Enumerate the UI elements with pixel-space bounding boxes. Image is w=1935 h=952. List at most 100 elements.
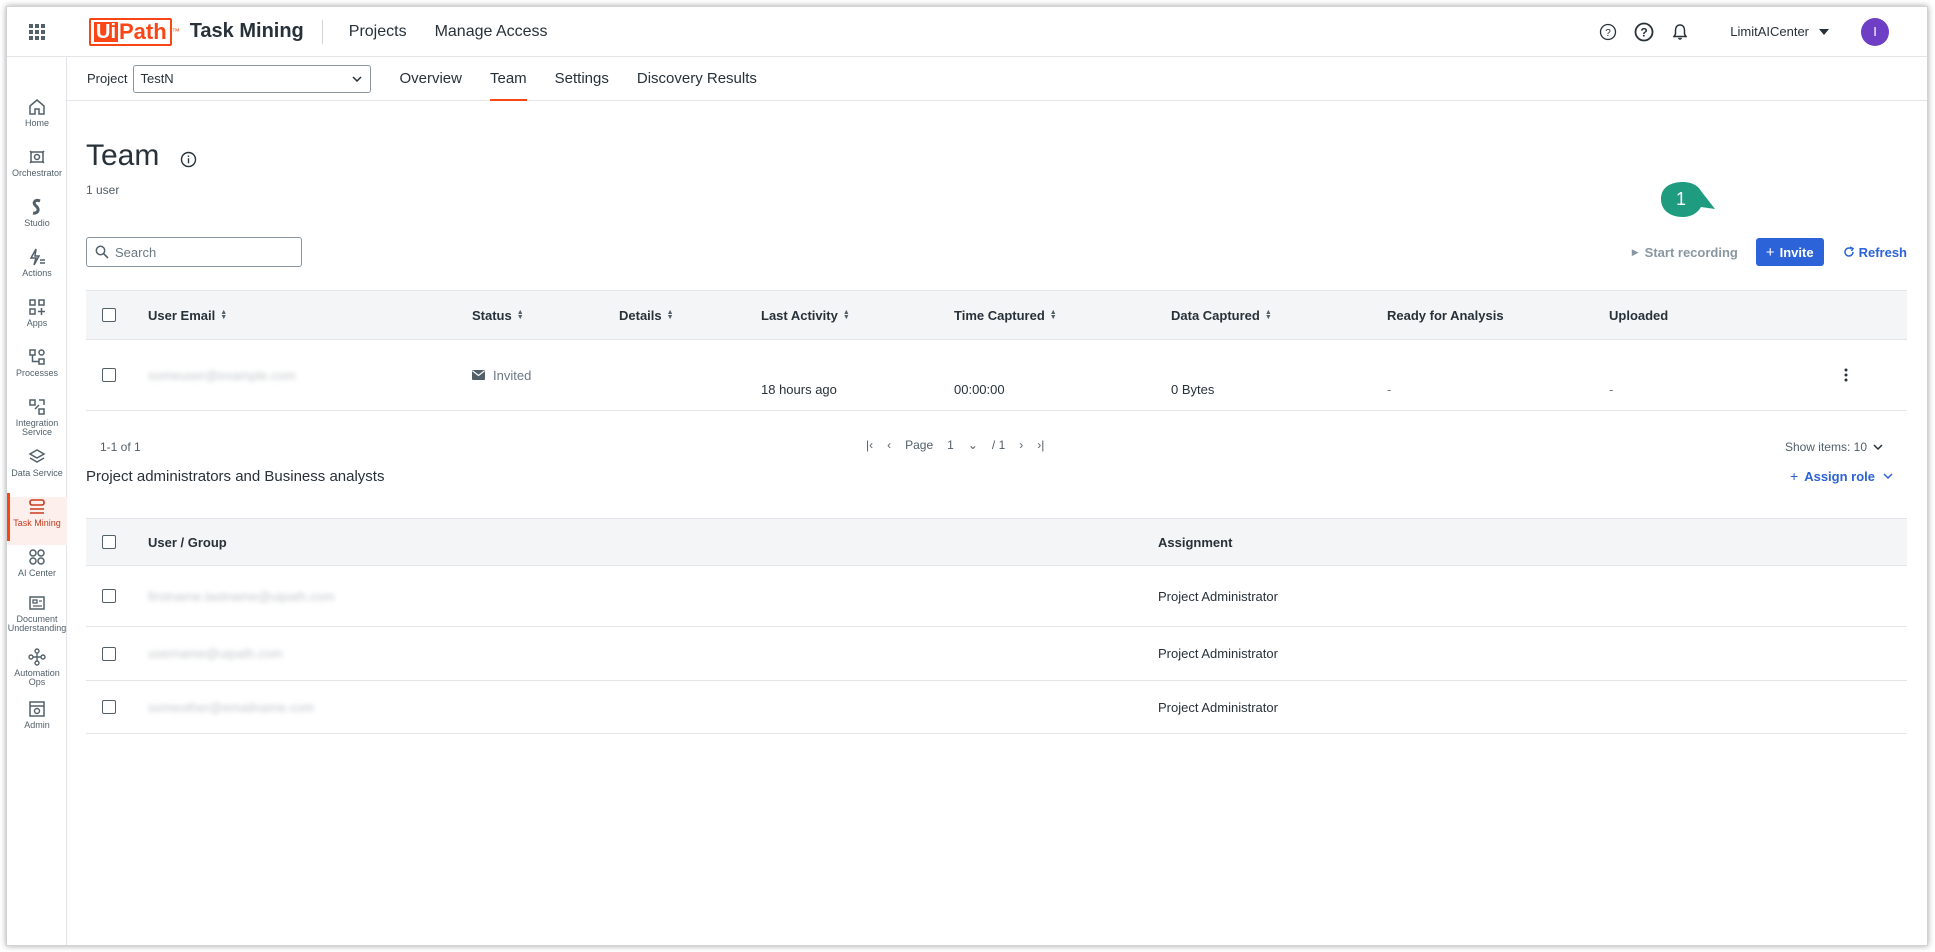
- help-icon: ?: [1634, 22, 1654, 41]
- nav-manage-access[interactable]: Manage Access: [435, 23, 548, 41]
- nav-projects[interactable]: Projects: [349, 23, 407, 41]
- show-items-select[interactable]: Show items: 10: [1785, 440, 1883, 454]
- admin-assignment-cell: Project Administrator: [1158, 699, 1278, 715]
- tab-settings[interactable]: Settings: [555, 57, 609, 101]
- app-launcher-button[interactable]: [7, 7, 67, 57]
- refresh-button[interactable]: Refresh: [1843, 245, 1907, 260]
- checkbox[interactable]: [102, 700, 116, 714]
- sidebar-item-processes[interactable]: Processes: [7, 347, 67, 395]
- status-cell: Invited: [472, 368, 531, 383]
- user-email-cell: someuser@example.com: [148, 367, 296, 383]
- ai-center-icon: [29, 549, 45, 565]
- chevron-down-icon: [352, 75, 362, 82]
- notifications-button[interactable]: [1670, 22, 1690, 42]
- search-input[interactable]: [115, 244, 295, 260]
- sidebar-item-studio[interactable]: Studio: [7, 197, 67, 245]
- tenant-selector[interactable]: LimitAICenter: [1730, 24, 1809, 39]
- sidebar-item-integration-service[interactable]: Integration Service: [7, 397, 67, 445]
- row-more-button[interactable]: [1844, 368, 1848, 382]
- logo-trademark: ™: [171, 27, 180, 36]
- col-time-captured[interactable]: Time Captured ▲ ▼: [954, 308, 1057, 323]
- svg-text:?: ?: [1641, 25, 1648, 39]
- page-dropdown-chevron-icon[interactable]: ⌄: [968, 438, 978, 452]
- sidebar-item-admin[interactable]: Admin: [7, 699, 67, 747]
- col-details[interactable]: Details ▲ ▼: [619, 308, 674, 323]
- automation-ops-icon: [28, 648, 46, 666]
- tab-team[interactable]: Team: [489, 57, 527, 101]
- invite-button[interactable]: + Invite: [1755, 238, 1824, 266]
- checkbox[interactable]: [102, 368, 116, 382]
- select-all-admins-checkbox[interactable]: [102, 535, 116, 549]
- uipath-logo[interactable]: Ui Path ™ Task Mining: [89, 17, 304, 47]
- top-bar: Ui Path ™ Task Mining Projects Manage Acc…: [7, 7, 1927, 57]
- table-row[interactable]: firstname.lastname@uipath.com Project Ad…: [86, 566, 1907, 627]
- checkbox[interactable]: [102, 646, 116, 661]
- tab-overview[interactable]: Overview: [399, 57, 462, 101]
- col-assignment: Assignment: [1158, 534, 1233, 550]
- sidebar-item-automation-ops[interactable]: Automation Ops: [7, 647, 67, 695]
- page-total: / 1: [991, 438, 1006, 452]
- last-page-button[interactable]: ›|: [1037, 438, 1044, 452]
- sort-icon: ▲ ▼: [220, 309, 228, 321]
- info-icon[interactable]: [180, 151, 197, 168]
- sidebar-item-ai-center[interactable]: AI Center: [7, 547, 67, 595]
- sidebar-item-actions[interactable]: Actions: [7, 247, 67, 295]
- sidebar-item-orchestrator[interactable]: Orchestrator: [7, 147, 67, 195]
- sort-icon: ▲ ▼: [1264, 309, 1272, 321]
- data-captured-cell: 0 Bytes: [1171, 382, 1215, 397]
- admins-section-title: Project administrators and Business anal…: [86, 468, 385, 485]
- project-select[interactable]: TestN: [133, 64, 372, 93]
- row-checkbox[interactable]: [102, 700, 116, 714]
- prev-page-button[interactable]: ‹: [887, 438, 891, 452]
- svg-text:?: ?: [1605, 28, 1611, 39]
- sort-icon: ▲ ▼: [516, 309, 524, 321]
- question-outline-icon: ?: [1600, 23, 1617, 40]
- col-data-captured[interactable]: Data Captured ▲ ▼: [1171, 308, 1272, 323]
- project-subbar: Project TestN Overview Team Settings Dis…: [67, 57, 1927, 101]
- table-row[interactable]: someuser@example.com Invited 18 hours ag…: [86, 340, 1907, 411]
- step-callout: 1: [1661, 182, 1715, 217]
- checkbox[interactable]: [102, 535, 116, 549]
- page-label: Page: [905, 438, 934, 452]
- help-circle-button[interactable]: ?: [1598, 22, 1618, 42]
- page-input[interactable]: 1: [947, 438, 954, 452]
- chevron-down-icon: [1883, 473, 1893, 479]
- row-checkbox[interactable]: [102, 646, 116, 661]
- actions-icon: [29, 248, 45, 266]
- sidebar-item-apps[interactable]: Apps: [7, 297, 67, 345]
- assign-role-button[interactable]: + Assign role: [1790, 468, 1893, 484]
- table-row[interactable]: username@uipath.com Project Administrato…: [86, 627, 1907, 681]
- sort-icon: ▲ ▼: [842, 309, 850, 321]
- studio-icon: [32, 199, 41, 215]
- last-activity-cell: 18 hours ago: [761, 382, 837, 397]
- tab-discovery-results[interactable]: Discovery Results: [637, 57, 757, 101]
- col-user-email[interactable]: User Email ▲ ▼: [148, 308, 227, 323]
- checkbox[interactable]: [102, 308, 116, 322]
- search-box[interactable]: [86, 237, 302, 267]
- pagination-range: 1-1 of 1: [100, 440, 141, 454]
- caret-down-icon[interactable]: [1819, 28, 1829, 35]
- apps-icon: [29, 299, 45, 315]
- row-checkbox[interactable]: [102, 589, 116, 603]
- col-last-activity[interactable]: Last Activity ▲ ▼: [761, 308, 850, 323]
- first-page-button[interactable]: |‹: [866, 438, 873, 452]
- more-vertical-icon: [1844, 368, 1848, 382]
- table-row[interactable]: someother@emailname.com Project Administ…: [86, 681, 1907, 734]
- next-page-button[interactable]: ›: [1019, 438, 1023, 452]
- sidebar-item-data-service[interactable]: Data Service: [7, 447, 67, 495]
- integration-icon: [29, 399, 45, 415]
- select-all-checkbox[interactable]: [102, 308, 116, 322]
- sidebar-item-home[interactable]: Home: [7, 97, 67, 145]
- start-recording-button[interactable]: ▶ Start recording: [1632, 245, 1738, 260]
- sidebar-item-task-mining[interactable]: Task Mining: [7, 493, 67, 545]
- row-checkbox[interactable]: [102, 368, 116, 382]
- refresh-icon: [1843, 246, 1854, 257]
- checkbox[interactable]: [102, 589, 116, 603]
- help-button[interactable]: ?: [1634, 22, 1654, 42]
- sidebar-item-document-understanding[interactable]: Document Understanding: [7, 593, 67, 641]
- document-icon: [29, 596, 45, 610]
- col-status[interactable]: Status ▲ ▼: [472, 308, 524, 323]
- app-window: Ui Path ™ Task Mining Projects Manage Acc…: [6, 6, 1928, 946]
- user-avatar[interactable]: I: [1861, 17, 1889, 46]
- left-sidebar: Home Orchestrator Studio Actions Apps Pr…: [7, 57, 67, 945]
